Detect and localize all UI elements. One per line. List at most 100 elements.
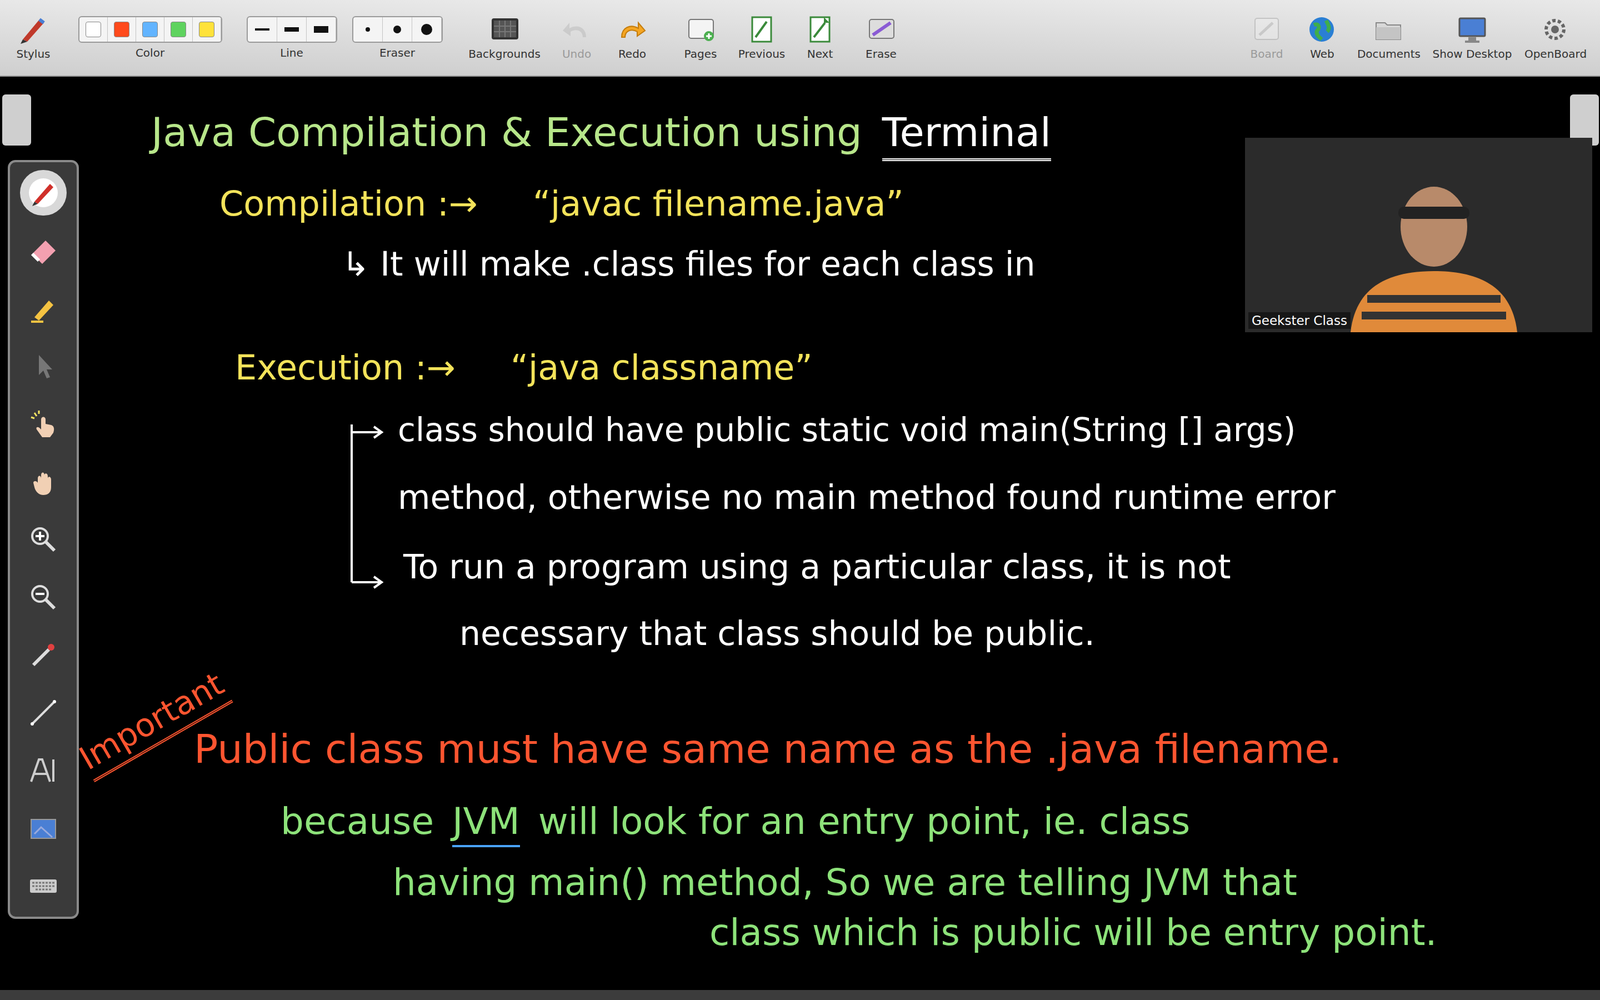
- board-text-line: method, otherwise no main method found r…: [397, 476, 1336, 519]
- toolbar-label: Documents: [1357, 47, 1421, 61]
- eraser-size-option[interactable]: [353, 17, 383, 42]
- eraser-size-option[interactable]: [412, 17, 442, 42]
- toolbar: Stylus Color Line Eraser Backgrounds Undo Redo…: [0, 0, 1600, 77]
- board-text: Terminal: [882, 107, 1052, 162]
- stylus-button[interactable]: Stylus: [5, 11, 62, 64]
- board-text: To run a program using a particular clas…: [403, 546, 1232, 588]
- palette-tool[interactable]: [20, 805, 67, 852]
- toolbar-label: Erase: [865, 47, 897, 61]
- palette-tool[interactable]: [20, 227, 67, 274]
- add-page-icon: [684, 15, 717, 44]
- palette-tool[interactable]: [20, 863, 67, 909]
- next-button[interactable]: Next: [792, 11, 848, 64]
- presenter-video-frame: [1328, 176, 1540, 333]
- palette-tool[interactable]: [20, 632, 67, 678]
- toolbar-label: Redo: [618, 47, 647, 61]
- stylus-icon: [17, 15, 50, 44]
- line-tool-icon: [26, 696, 60, 730]
- palette-tool[interactable]: [20, 747, 67, 794]
- erase-button[interactable]: Erase: [847, 11, 915, 64]
- hand-pan-icon: [26, 465, 60, 499]
- board-text-line: class should have public static void mai…: [397, 410, 1296, 451]
- palette-tool[interactable]: [20, 285, 67, 332]
- toolbar-label: Backgrounds: [468, 47, 541, 61]
- swatch-fill: [85, 21, 102, 38]
- line-width-option[interactable]: [306, 17, 337, 42]
- toolbar-label: Eraser: [379, 46, 415, 60]
- toolbar-label: Previous: [738, 47, 786, 61]
- previous-button[interactable]: Previous: [731, 11, 793, 64]
- toolbar-label: Stylus: [16, 47, 50, 61]
- bracket-arrow-drawing: [347, 421, 398, 594]
- highlighter-icon: [26, 291, 60, 325]
- pen-icon: [26, 176, 60, 210]
- toolbar-left: Stylus Color Line Eraser Backgrounds Undo Redo…: [5, 0, 915, 76]
- keyboard-icon: [26, 869, 60, 903]
- webcam-video: Geekster Class: [1245, 137, 1593, 333]
- color-swatch[interactable]: [136, 17, 165, 42]
- board-text: Java Compilation & Execution using: [151, 107, 863, 158]
- eraser-button[interactable]: Eraser: [344, 12, 450, 63]
- undo-button: Undo: [548, 11, 605, 64]
- redo-button[interactable]: Redo: [604, 11, 660, 64]
- board-text: necessary that class should be public.: [459, 612, 1095, 655]
- zoom-in-icon: [26, 522, 60, 557]
- palette-tool[interactable]: [20, 574, 67, 620]
- tool-palette: [7, 160, 79, 919]
- board-text-line: Public class must have same name as the …: [193, 723, 1342, 774]
- openboard-button[interactable]: OpenBoard: [1516, 11, 1595, 64]
- color-swatch[interactable]: [164, 17, 193, 42]
- eraser-size-option[interactable]: [382, 17, 413, 42]
- board-text: because: [280, 798, 434, 845]
- swatch-fill: [142, 21, 158, 38]
- board-text-line: To run a program using a particular clas…: [403, 546, 1232, 588]
- zoom-out-icon: [26, 580, 60, 614]
- bottom-bar: [0, 990, 1600, 1000]
- swatch-fill: [198, 21, 215, 38]
- toolbar-label: OpenBoard: [1524, 47, 1587, 61]
- web-globe-icon: [1306, 15, 1339, 44]
- line-size-icon: [250, 20, 274, 39]
- palette-tool[interactable]: [20, 516, 67, 563]
- line-width-option[interactable]: [277, 17, 307, 42]
- board-text-line: class which is public will be entry poin…: [709, 910, 1438, 957]
- board-text: class should have public static void mai…: [397, 410, 1296, 451]
- board-text: Execution :→: [235, 346, 456, 390]
- board-text-line: having main() method, So we are telling …: [392, 860, 1298, 907]
- eraser-dot-icon: [415, 20, 439, 39]
- color-swatch[interactable]: [79, 17, 108, 42]
- documents-button[interactable]: Documents: [1350, 11, 1428, 64]
- left-panel-tab[interactable]: [2, 94, 32, 146]
- color-picker: [78, 16, 223, 43]
- color-swatch[interactable]: [107, 17, 137, 42]
- redo-icon: [616, 15, 649, 44]
- toolbar-spacer: [914, 0, 1239, 76]
- toolbar-label: Line: [280, 46, 304, 60]
- board-text: “java classname”: [510, 346, 813, 390]
- line-width-option[interactable]: [247, 17, 278, 42]
- palette-tool[interactable]: [20, 458, 67, 505]
- color-button[interactable]: Color: [61, 12, 239, 63]
- board[interactable]: Geekster Class Java Compilation & Executi…: [0, 76, 1600, 990]
- line-size-icon: [309, 20, 333, 39]
- line-button[interactable]: Line: [238, 12, 345, 63]
- board-text-line: Compilation :→“javac filename.java”: [219, 182, 904, 226]
- swatch-fill: [170, 21, 187, 38]
- documents-folder-icon: [1372, 15, 1405, 44]
- color-swatch[interactable]: [192, 17, 222, 42]
- line-size-icon: [280, 20, 304, 39]
- swatch-fill: [113, 21, 130, 38]
- web-button[interactable]: Web: [1294, 11, 1350, 64]
- line-width-picker: [246, 16, 338, 43]
- pages-button[interactable]: Pages: [670, 11, 732, 64]
- palette-tool[interactable]: [20, 170, 67, 216]
- participant-name: Geekster Class: [1248, 312, 1351, 329]
- palette-tool[interactable]: [20, 343, 67, 389]
- palette-tool[interactable]: [20, 401, 67, 447]
- show-desktop-button[interactable]: Show Desktop: [1427, 11, 1517, 64]
- toolbar-label: Undo: [562, 47, 592, 61]
- backgrounds-button[interactable]: Backgrounds: [460, 11, 549, 64]
- palette-tool[interactable]: [20, 690, 67, 736]
- openboard-gear-icon: [1539, 15, 1572, 44]
- board-text: JVM: [452, 798, 520, 848]
